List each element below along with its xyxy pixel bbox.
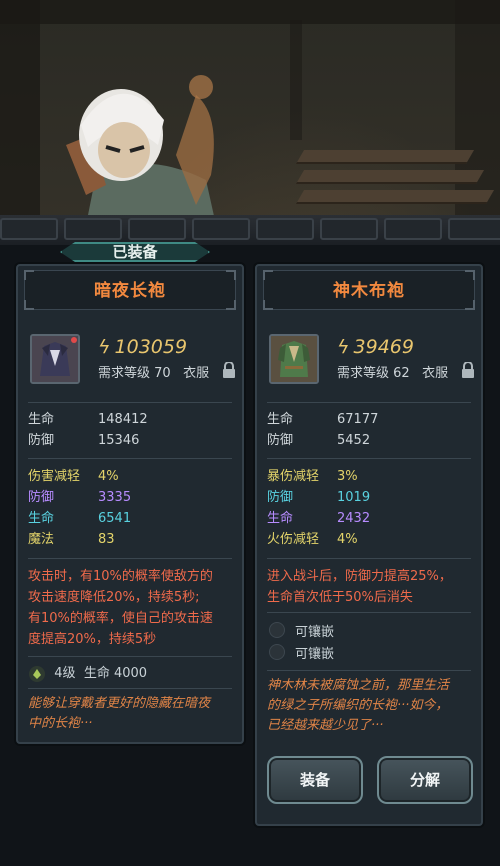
power-score: ϟ 39469 bbox=[337, 336, 414, 358]
socket-label: 可镶嵌 bbox=[295, 647, 335, 662]
extra-stat: 防御 3335 bbox=[28, 490, 132, 505]
lore-text: 神木林未被腐蚀之前，那里生活 的绿之子所编织的长袍···如今， 已经越来越少见了… bbox=[267, 678, 450, 733]
equipped-badge: 已装备 bbox=[60, 238, 210, 264]
item-title-bar: 神木布袍 bbox=[263, 270, 475, 310]
extra-stat: 防御 1019 bbox=[267, 490, 371, 505]
extra-stat: 暴伤减轻 3% bbox=[267, 469, 358, 484]
item-icon-robe-green[interactable] bbox=[269, 334, 319, 384]
compare-item-panel: 神木布袍 ϟ 39469 需求等级 62 衣服 生命 67177 防御 5452 暴伤… bbox=[255, 264, 483, 826]
extra-stat: 生命 6541 bbox=[28, 511, 132, 526]
lore-text: 能够让穿戴者更好的隐藏在暗夜 中的长袍··· bbox=[28, 696, 211, 731]
equipped-item-panel: 暗夜长袍 ϟ 103059 需求等级 70 衣服 生命 148412 防御 15346… bbox=[16, 264, 244, 744]
item-name: 神木布袍 bbox=[333, 281, 405, 301]
extra-stat: 魔法 83 bbox=[28, 532, 115, 547]
extra-stat: 生命 2432 bbox=[267, 511, 371, 526]
decompose-button[interactable]: 分解 bbox=[377, 756, 473, 804]
lock-icon[interactable] bbox=[461, 362, 475, 378]
special-effect: 攻击时，有10%的概率使敌方的 攻击速度降低20%，持续5秒; 有10%的概率，… bbox=[28, 569, 213, 647]
base-stat: 生命 148412 bbox=[28, 412, 148, 427]
base-stat: 防御 5452 bbox=[267, 433, 371, 448]
socket-label: 可镶嵌 bbox=[295, 625, 335, 640]
power-icon: ϟ bbox=[337, 336, 350, 358]
extra-stat: 伤害减轻 4% bbox=[28, 469, 119, 484]
item-name: 暗夜长袍 bbox=[94, 281, 166, 301]
equip-button[interactable]: 装备 bbox=[267, 756, 363, 804]
gem-slot: 4级 生命 4000 bbox=[28, 662, 147, 683]
extra-stat: 火伤减轻 4% bbox=[267, 532, 358, 547]
item-icon-robe-dark[interactable] bbox=[30, 334, 80, 384]
level-requirement: 需求等级 62 衣服 bbox=[337, 366, 449, 381]
gem-icon bbox=[29, 665, 45, 682]
power-icon: ϟ bbox=[98, 336, 111, 358]
character-portrait bbox=[66, 75, 216, 225]
gem-socket-empty[interactable] bbox=[269, 622, 285, 638]
special-effect: 进入战斗后，防御力提高25%， 生命首次低于50%后消失 bbox=[267, 569, 452, 605]
lock-icon[interactable] bbox=[222, 362, 236, 378]
power-score: ϟ 103059 bbox=[98, 336, 188, 358]
base-stat: 生命 67177 bbox=[267, 412, 379, 427]
item-title-bar: 暗夜长袍 bbox=[24, 270, 236, 310]
gem-socket-empty[interactable] bbox=[269, 644, 285, 660]
level-requirement: 需求等级 70 衣服 bbox=[98, 366, 210, 381]
base-stat: 防御 15346 bbox=[28, 433, 140, 448]
